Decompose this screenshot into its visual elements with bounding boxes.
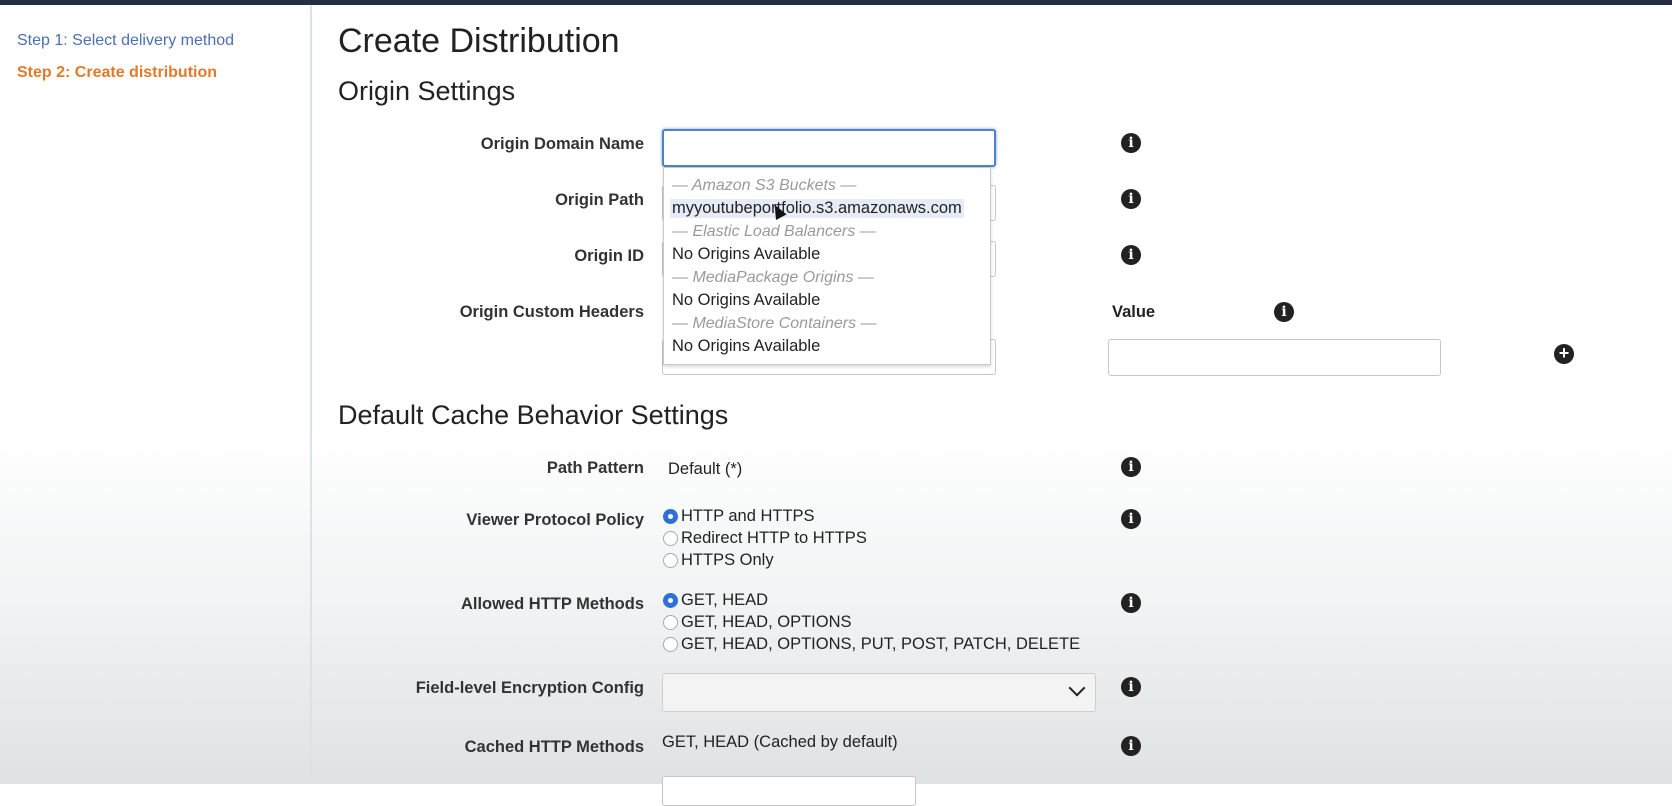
radio-selected-icon[interactable] xyxy=(663,508,678,524)
radio-label: GET, HEAD xyxy=(681,590,769,609)
chevron-down-icon xyxy=(1068,679,1086,697)
allowed-methods-option-get-head-options[interactable]: GET, HEAD, OPTIONS xyxy=(663,612,852,632)
info-icon[interactable]: i xyxy=(1121,509,1141,529)
allowed-methods-label: Allowed HTTP Methods xyxy=(460,595,644,613)
info-icon[interactable]: i xyxy=(1121,189,1141,209)
origin-path-label: Origin Path xyxy=(555,191,644,209)
radio-label: GET, HEAD, OPTIONS xyxy=(681,612,852,631)
origin-custom-headers-label: Origin Custom Headers xyxy=(459,303,644,321)
cached-methods-value: GET, HEAD (Cached by default) xyxy=(662,733,898,751)
dropdown-option-s3-bucket[interactable]: myyoutubeportfolio.s3.amazonaws.com xyxy=(670,199,964,218)
allowed-methods-option-get-head[interactable]: GET, HEAD xyxy=(663,590,768,610)
radio-label: HTTP and HTTPS xyxy=(681,506,815,525)
radio-icon[interactable] xyxy=(663,636,678,652)
fle-config-select[interactable] xyxy=(662,673,1096,712)
info-icon[interactable]: i xyxy=(1274,302,1294,322)
radio-icon[interactable] xyxy=(663,552,678,568)
plus-circle-icon[interactable]: + xyxy=(1554,344,1574,364)
dropdown-group-s3: — Amazon S3 Buckets — xyxy=(672,177,857,194)
info-icon[interactable]: i xyxy=(1121,677,1141,697)
page-title: Create Distribution xyxy=(338,22,620,60)
allowed-methods-option-all[interactable]: GET, HEAD, OPTIONS, PUT, POST, PATCH, DE… xyxy=(663,634,1080,654)
sidebar: Step 1: Select delivery method Step 2: C… xyxy=(0,5,312,784)
next-field-input[interactable] xyxy=(662,776,916,806)
header-value-label: Value xyxy=(1112,303,1156,321)
origin-domain-input[interactable] xyxy=(662,129,996,167)
step-2-current: Step 2: Create distribution xyxy=(17,64,218,81)
viewer-protocol-option-redirect[interactable]: Redirect HTTP to HTTPS xyxy=(663,528,867,548)
info-icon[interactable]: i xyxy=(1121,736,1141,756)
fle-config-label: Field-level Encryption Config xyxy=(415,679,644,697)
step-1-link[interactable]: Step 1: Select delivery method xyxy=(17,32,234,50)
origin-settings-heading: Origin Settings xyxy=(338,76,516,106)
viewer-protocol-option-http-https[interactable]: HTTP and HTTPS xyxy=(663,506,815,526)
dropdown-group-mediapackage: — MediaPackage Origins — xyxy=(672,269,874,286)
dropdown-option-mediastore-none: No Origins Available xyxy=(672,337,821,355)
dropdown-group-mediastore: — MediaStore Containers — xyxy=(672,315,877,332)
path-pattern-label: Path Pattern xyxy=(546,459,644,477)
radio-label: HTTPS Only xyxy=(681,550,774,569)
viewer-protocol-option-https-only[interactable]: HTTPS Only xyxy=(663,550,774,570)
dropdown-group-elb: — Elastic Load Balancers — xyxy=(672,223,876,240)
cache-settings-heading: Default Cache Behavior Settings xyxy=(338,400,729,430)
radio-icon[interactable] xyxy=(663,530,678,546)
info-icon[interactable]: i xyxy=(1121,593,1141,613)
info-icon[interactable]: i xyxy=(1121,133,1141,153)
origin-domain-dropdown: — Amazon S3 Buckets — myyoutubeportfolio… xyxy=(663,167,991,365)
path-pattern-value: Default (*) xyxy=(668,460,743,478)
info-icon[interactable]: i xyxy=(1121,457,1141,477)
origin-id-label: Origin ID xyxy=(574,247,644,265)
dropdown-option-mediapackage-none: No Origins Available xyxy=(672,291,821,309)
radio-label: GET, HEAD, OPTIONS, PUT, POST, PATCH, DE… xyxy=(681,634,1081,653)
info-icon[interactable]: i xyxy=(1121,245,1141,265)
dropdown-option-elb-none: No Origins Available xyxy=(672,245,821,263)
header-value-input[interactable] xyxy=(1108,339,1441,376)
cached-methods-label: Cached HTTP Methods xyxy=(464,738,644,756)
viewer-protocol-label: Viewer Protocol Policy xyxy=(466,511,644,529)
origin-domain-label: Origin Domain Name xyxy=(480,135,644,153)
radio-icon[interactable] xyxy=(663,614,678,630)
radio-label: Redirect HTTP to HTTPS xyxy=(681,528,867,547)
radio-selected-icon[interactable] xyxy=(663,592,678,608)
